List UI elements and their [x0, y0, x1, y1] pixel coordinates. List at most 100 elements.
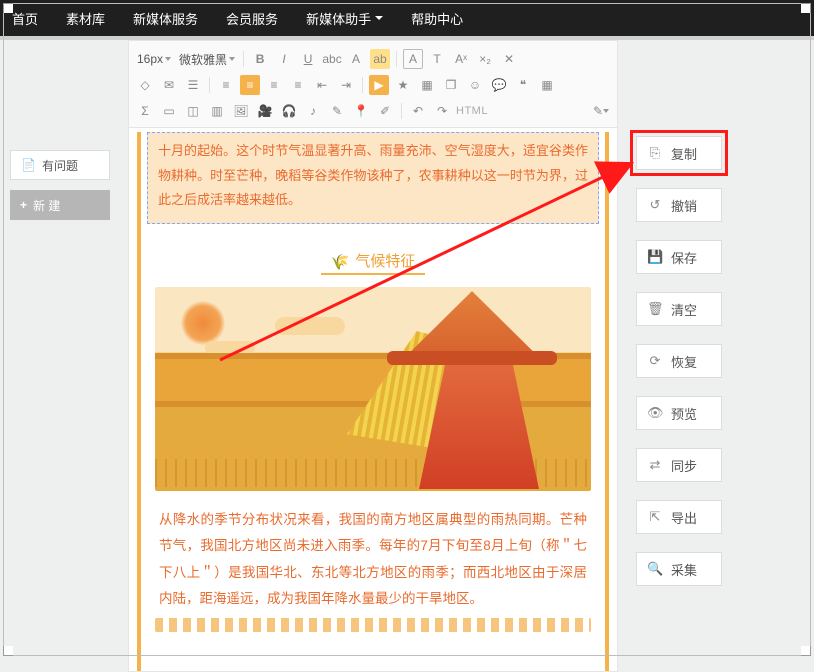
nav-member-service[interactable]: 会员服务 — [226, 9, 278, 28]
side-label: 复制 — [671, 144, 697, 163]
edit-square-icon[interactable]: ✎ — [591, 101, 611, 121]
chevron-down-icon — [165, 57, 171, 61]
strike-icon[interactable]: abc — [322, 49, 342, 69]
eyedrop-icon[interactable]: ✐ — [375, 101, 395, 121]
side-clear-button[interactable]: 🗑 清空 — [636, 292, 722, 326]
editor-canvas[interactable]: 十月的起始。这个时节气温显著升高、雨量充沛、空气湿度大，适宜谷类作物耕种。时至芒… — [128, 128, 618, 672]
split-icon[interactable]: ◫ — [183, 101, 203, 121]
side-label: 清空 — [671, 300, 697, 319]
editor-column: 16px 微软雅黑 B I U abc A ab A T Aˣ ×₂ ✕ — [128, 40, 618, 672]
left-panel: 📄 有问题 + 新 建 — [10, 150, 110, 220]
new-label: 新 建 — [33, 197, 60, 214]
frame-icon[interactable]: ▭ — [159, 101, 179, 121]
nav-newmedia-helper[interactable]: 新媒体助手 — [306, 9, 383, 28]
undo-icon[interactable]: ↶ — [408, 101, 428, 121]
quote-icon[interactable]: ❝ — [513, 75, 533, 95]
underline-icon[interactable]: U — [298, 49, 318, 69]
layers-icon[interactable]: ❐ — [441, 75, 461, 95]
issue-button[interactable]: 📄 有问题 — [10, 150, 110, 180]
save-icon: 💾 — [647, 249, 663, 265]
nav-newmedia-service[interactable]: 新媒体服务 — [133, 9, 198, 28]
top-nav: 首页 素材库 新媒体服务 会员服务 新媒体助手 帮助中心 — [0, 0, 814, 36]
issue-label: 有问题 — [42, 157, 78, 174]
nav-materials[interactable]: 素材库 — [66, 9, 105, 28]
redo-icon[interactable]: ↷ — [432, 101, 452, 121]
font-family-select[interactable]: 微软雅黑 — [177, 51, 237, 68]
selected-paragraph[interactable]: 十月的起始。这个时节气温显著升高、雨量充沛、空气湿度大，适宜谷类作物耕种。时至芒… — [147, 132, 599, 224]
side-label: 撤销 — [671, 196, 697, 215]
editor-toolbar: 16px 微软雅黑 B I U abc A ab A T Aˣ ×₂ ✕ — [128, 40, 618, 128]
tag-icon[interactable]: ▶ — [369, 75, 389, 95]
subscript-icon[interactable]: ×₂ — [475, 49, 495, 69]
charbox-icon[interactable]: A — [403, 49, 423, 69]
cards-icon[interactable]: ▦ — [417, 75, 437, 95]
nav-help-center[interactable]: 帮助中心 — [411, 9, 463, 28]
audio-icon[interactable]: 🎧 — [279, 101, 299, 121]
restore-icon: ⟳ — [647, 353, 663, 369]
html-source-button[interactable]: HTML — [456, 101, 488, 121]
side-sync-button[interactable]: ⇄ 同步 — [636, 448, 722, 482]
map-icon[interactable]: 📍 — [351, 101, 371, 121]
clear-icon[interactable]: ✕ — [499, 49, 519, 69]
brush-icon[interactable]: ✎ — [327, 101, 347, 121]
table-icon[interactable]: ▦ — [537, 75, 557, 95]
side-collect-button[interactable]: 🔍 采集 — [636, 552, 722, 586]
new-button[interactable]: + 新 建 — [10, 190, 110, 220]
side-label: 同步 — [671, 456, 697, 475]
columns-icon[interactable]: ▥ — [207, 101, 227, 121]
superscript-icon[interactable]: Aˣ — [451, 49, 471, 69]
section-title-text: 气候特征 — [355, 250, 415, 271]
side-label: 预览 — [671, 404, 697, 423]
article-illustration — [155, 287, 591, 491]
chat-icon[interactable]: 💬 — [489, 75, 509, 95]
align-left-icon[interactable]: ≡ — [216, 75, 236, 95]
eye-icon: 👁 — [647, 405, 663, 421]
article-frame: 十月的起始。这个时节气温显著升高、雨量充沛、空气湿度大，适宜谷类作物耕种。时至芒… — [137, 132, 609, 672]
italic-icon[interactable]: I — [274, 49, 294, 69]
side-export-button[interactable]: ⇱ 导出 — [636, 500, 722, 534]
side-label: 保存 — [671, 248, 697, 267]
star-icon[interactable]: ★ — [393, 75, 413, 95]
image-icon[interactable]: 🖼 — [231, 101, 251, 121]
side-restore-button[interactable]: ⟳ 恢复 — [636, 344, 722, 378]
side-copy-button[interactable]: ⎘ 复制 — [636, 136, 722, 170]
link-icon[interactable]: ◇ — [135, 75, 155, 95]
bold-icon[interactable]: B — [250, 49, 270, 69]
sync-icon: ⇄ — [647, 457, 663, 473]
side-save-button[interactable]: 💾 保存 — [636, 240, 722, 274]
toolbar-row-2: ◇ ✉ ☰ ≡ ≡ ≡ ≡ ⇤ ⇥ ▶ ★ ▦ ❐ ☺ 💬 ❝ ▦ — [135, 73, 611, 97]
font-family-value: 微软雅黑 — [179, 51, 227, 68]
toolbar-row-1: 16px 微软雅黑 B I U abc A ab A T Aˣ ×₂ ✕ — [135, 47, 611, 71]
chevron-down-icon — [229, 57, 235, 61]
chevron-down-icon — [375, 16, 383, 20]
highlight-icon[interactable]: ab — [370, 49, 390, 69]
plus-icon: + — [20, 198, 27, 212]
mail-icon[interactable]: ✉ — [159, 75, 179, 95]
align-center-icon[interactable]: ≡ — [240, 75, 260, 95]
music-icon[interactable]: ♪ — [303, 101, 323, 121]
ornament-divider — [155, 618, 591, 632]
sigma-icon[interactable]: Σ — [135, 101, 155, 121]
indent-dec-icon[interactable]: ⇤ — [312, 75, 332, 95]
align-right-icon[interactable]: ≡ — [264, 75, 284, 95]
side-actions: ⎘ 复制 ↺ 撤销 💾 保存 🗑 清空 ⟳ 恢复 👁 预览 ⇄ 同步 ⇱ — [636, 136, 722, 586]
side-preview-button[interactable]: 👁 预览 — [636, 396, 722, 430]
video-icon[interactable]: 🎥 — [255, 101, 275, 121]
font-size-value: 16px — [137, 52, 163, 66]
toolbar-row-3: Σ ▭ ◫ ▥ 🖼 🎥 🎧 ♪ ✎ 📍 ✐ ↶ ↷ HTML ✎ — [135, 99, 611, 123]
side-undo-button[interactable]: ↺ 撤销 — [636, 188, 722, 222]
article-body-paragraph[interactable]: 从降水的季节分布状况来看，我国的南方地区属典型的雨热同期。芒种节气，我国北方地区… — [159, 507, 587, 612]
fontcolor-icon[interactable]: A — [346, 49, 366, 69]
smile-icon[interactable]: ☺ — [465, 75, 485, 95]
font-size-select[interactable]: 16px — [135, 52, 173, 66]
side-label: 恢复 — [671, 352, 697, 371]
textfx-icon[interactable]: T — [427, 49, 447, 69]
checklist-icon[interactable]: ☰ — [183, 75, 203, 95]
indent-inc-icon[interactable]: ⇥ — [336, 75, 356, 95]
chevron-down-icon — [603, 109, 609, 113]
hat-band — [387, 351, 557, 365]
trash-icon: 🗑 — [647, 301, 663, 317]
undo2-icon: ↺ — [647, 197, 663, 213]
nav-home[interactable]: 首页 — [12, 9, 38, 28]
align-justify-icon[interactable]: ≡ — [288, 75, 308, 95]
